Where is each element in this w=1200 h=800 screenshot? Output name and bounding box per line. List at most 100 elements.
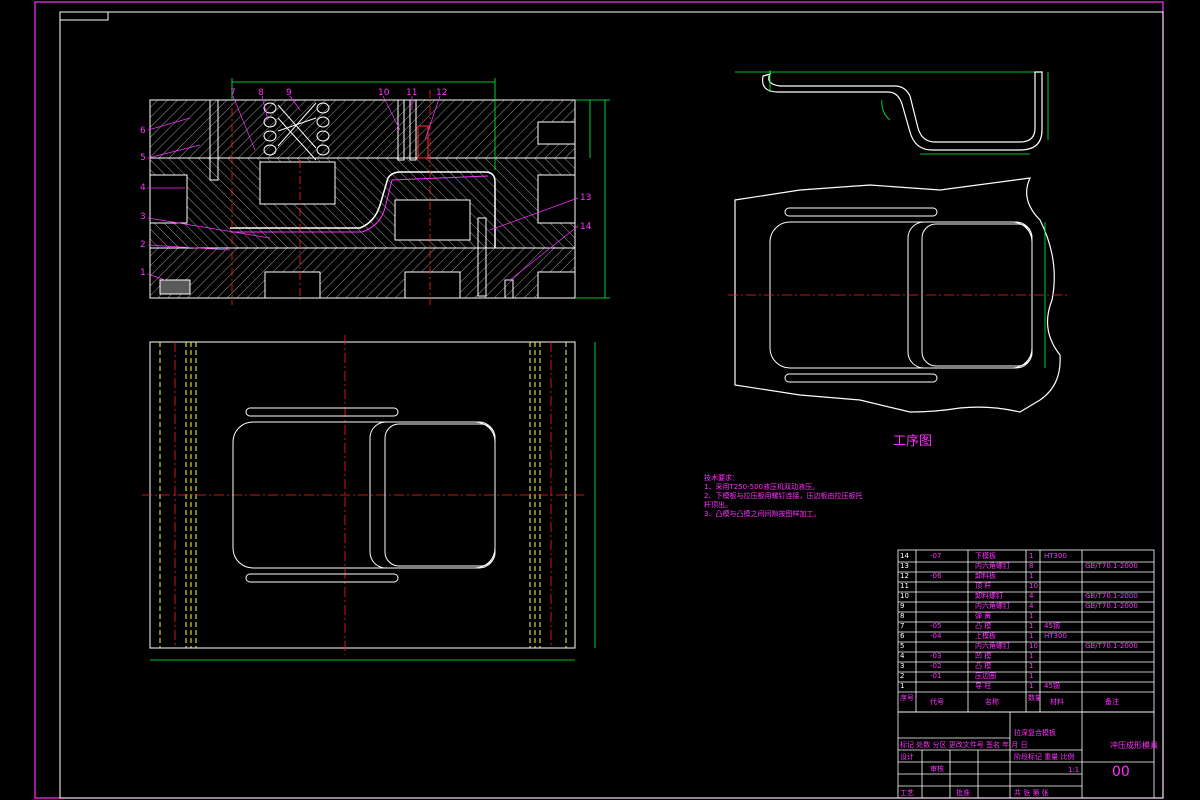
part-label-14: 14 bbox=[580, 222, 592, 232]
bom-cell-name: 凸 模 bbox=[975, 622, 992, 630]
bom-cell-no: 6 bbox=[900, 632, 905, 640]
bom-cell-code: -07 bbox=[930, 552, 942, 560]
bom-cell-no: 7 bbox=[900, 622, 905, 630]
bom-cell-no: 4 bbox=[900, 652, 905, 660]
bom-header-note: 备注 bbox=[1105, 698, 1119, 706]
bom-cell-code: -05 bbox=[930, 622, 942, 630]
bom-cell-code: -06 bbox=[930, 572, 942, 580]
title-block-company: 冲压成形模具 bbox=[1110, 741, 1158, 750]
part-label-6: 6 bbox=[140, 126, 146, 136]
title-block-row-labels: 标记 处数 分区 更改文件号 签名 年 月 日 bbox=[900, 740, 1028, 750]
bom-cell-qty: 1 bbox=[1029, 632, 1034, 640]
bom-cell-material: 45钢 bbox=[1044, 682, 1060, 690]
bom-header-code: 代号 bbox=[930, 698, 944, 706]
process-drawing-title: 工序图 bbox=[893, 434, 933, 449]
bom-cell-no: 5 bbox=[900, 642, 905, 650]
tb-sign-process: 工艺 bbox=[900, 789, 914, 797]
section-view bbox=[147, 78, 610, 305]
bom-cell-name: 导 柱 bbox=[975, 682, 992, 690]
bom-cell-material: HT300 bbox=[1044, 552, 1067, 560]
bom-cell-name: 顶 杆 bbox=[975, 582, 992, 590]
bom-cell-name: 凹 模 bbox=[975, 652, 992, 660]
technical-requirements: 技术要求： 1、采用T250-500液压机双动液压。 2、下模板与拉压板用螺钉连… bbox=[704, 474, 862, 519]
blank-view bbox=[728, 177, 1070, 413]
bom-cell-no: 2 bbox=[900, 672, 905, 680]
tech-line: 技术要求： bbox=[704, 474, 739, 482]
bom-cell-no: 11 bbox=[900, 582, 909, 590]
bom-cell-no: 10 bbox=[900, 592, 909, 600]
tech-line: 1、采用T250-500液压机双动液压。 bbox=[704, 483, 819, 491]
tb-row-label: 标记 bbox=[900, 741, 914, 749]
bom-header-material: 材料 bbox=[1050, 698, 1064, 706]
bom-cell-note: GB/T70.1-2000 bbox=[1085, 642, 1138, 650]
tech-line: 2、下模板与拉压板用螺钉连接，压边板由拉压板托 bbox=[704, 492, 863, 500]
bom-header-name: 名称 bbox=[985, 698, 999, 706]
tb-row-label: 分区 bbox=[932, 741, 947, 749]
bom-cell-code: -03 bbox=[930, 652, 942, 660]
bom-cell-name: 凸 模 bbox=[975, 662, 992, 670]
bom-cell-qty: 1 bbox=[1029, 572, 1034, 580]
tb-row-label: 更改文件号 bbox=[948, 741, 984, 749]
bom-cell-qty: 8 bbox=[1029, 562, 1034, 570]
part-label-8: 8 bbox=[258, 88, 264, 98]
part-label-13: 13 bbox=[580, 193, 592, 203]
part-label-5: 5 bbox=[140, 153, 146, 163]
bom-cell-qty: 10 bbox=[1029, 642, 1038, 650]
bom-cell-material: HT300 bbox=[1044, 632, 1067, 640]
bom-cell-note: GB/T70.1-2000 bbox=[1085, 592, 1138, 600]
bom-cell-qty: 10 bbox=[1029, 582, 1038, 590]
tb-stage-label: 比例 bbox=[1060, 753, 1075, 761]
tech-line: 杆顶出。 bbox=[704, 501, 732, 509]
bom-cell-code: -04 bbox=[930, 632, 942, 640]
part-label-2: 2 bbox=[140, 240, 146, 250]
bom-header-no: 序号 bbox=[900, 694, 914, 702]
bom-cell-qty: 1 bbox=[1029, 622, 1034, 630]
tb-stage-label: 阶段标记 bbox=[1014, 753, 1042, 761]
bom-cell-note: GB/T70.1-2000 bbox=[1085, 602, 1138, 610]
title-block-drawing-code: 00 bbox=[1112, 764, 1130, 780]
bom-cell-qty: 1 bbox=[1029, 662, 1034, 670]
part-label-3: 3 bbox=[140, 212, 146, 222]
bom-cell-no: 1 bbox=[900, 682, 905, 690]
tb-sign-approve: 批准 bbox=[956, 789, 970, 797]
bom-header-qty: 数量 bbox=[1028, 694, 1040, 702]
bom-cell-name: 弹 簧 bbox=[975, 612, 992, 620]
tech-line: 3、凸模与凸模之间间隙按图样加工。 bbox=[704, 510, 821, 518]
plan-view bbox=[142, 335, 596, 661]
bom-cell-name: 内六角螺钉 bbox=[975, 562, 1010, 570]
bom-cell-no: 3 bbox=[900, 662, 905, 670]
title-block-scale: 1:1 bbox=[1068, 766, 1080, 774]
tb-stage-labels: 阶段标记 重量 比例 bbox=[1014, 752, 1074, 762]
bom-cell-name: 卸料螺钉 bbox=[975, 592, 1003, 600]
bom-cell-name: 卸料板 bbox=[975, 572, 996, 580]
bom-cell-qty: 1 bbox=[1029, 682, 1034, 690]
bom-cell-qty: 1 bbox=[1029, 652, 1034, 660]
product-profile bbox=[735, 70, 1049, 155]
tb-stage-label: 重量 bbox=[1044, 753, 1059, 761]
bom-cell-note: GB/T70.1-2000 bbox=[1085, 562, 1138, 570]
title-block-title: 拉深复合模板 bbox=[1014, 729, 1056, 737]
bom-cell-no: 13 bbox=[900, 562, 909, 570]
tb-row-label: 签名 bbox=[985, 741, 1000, 749]
bom-cell-name: 内六角螺钉 bbox=[975, 602, 1010, 610]
bom-cell-name: 上模板 bbox=[975, 632, 996, 640]
bom-cell-no: 14 bbox=[900, 552, 909, 560]
part-label-1: 1 bbox=[140, 268, 146, 278]
bom-cell-qty: 1 bbox=[1029, 612, 1034, 620]
bom-cell-qty: 4 bbox=[1029, 602, 1034, 610]
bom-cell-material: 45钢 bbox=[1044, 622, 1060, 630]
part-label-12: 12 bbox=[436, 88, 448, 98]
part-label-11: 11 bbox=[406, 88, 418, 98]
tb-row-label: 年 月 日 bbox=[1002, 741, 1028, 749]
part-label-7: 7 bbox=[230, 88, 236, 98]
bom-cell-name: 下模板 bbox=[975, 552, 996, 560]
part-label-9: 9 bbox=[286, 88, 292, 98]
part-label-10: 10 bbox=[378, 88, 390, 98]
bom-cell-qty: 4 bbox=[1029, 592, 1034, 600]
bom-cell-qty: 1 bbox=[1029, 672, 1034, 680]
tb-row-label: 处数 bbox=[916, 741, 931, 749]
tb-sign-design: 设计 bbox=[900, 753, 914, 761]
bom-cell-no: 12 bbox=[900, 572, 909, 580]
bom-cell-code: -01 bbox=[930, 672, 942, 680]
tb-sheet: 共 张 第 张 bbox=[1014, 789, 1049, 797]
